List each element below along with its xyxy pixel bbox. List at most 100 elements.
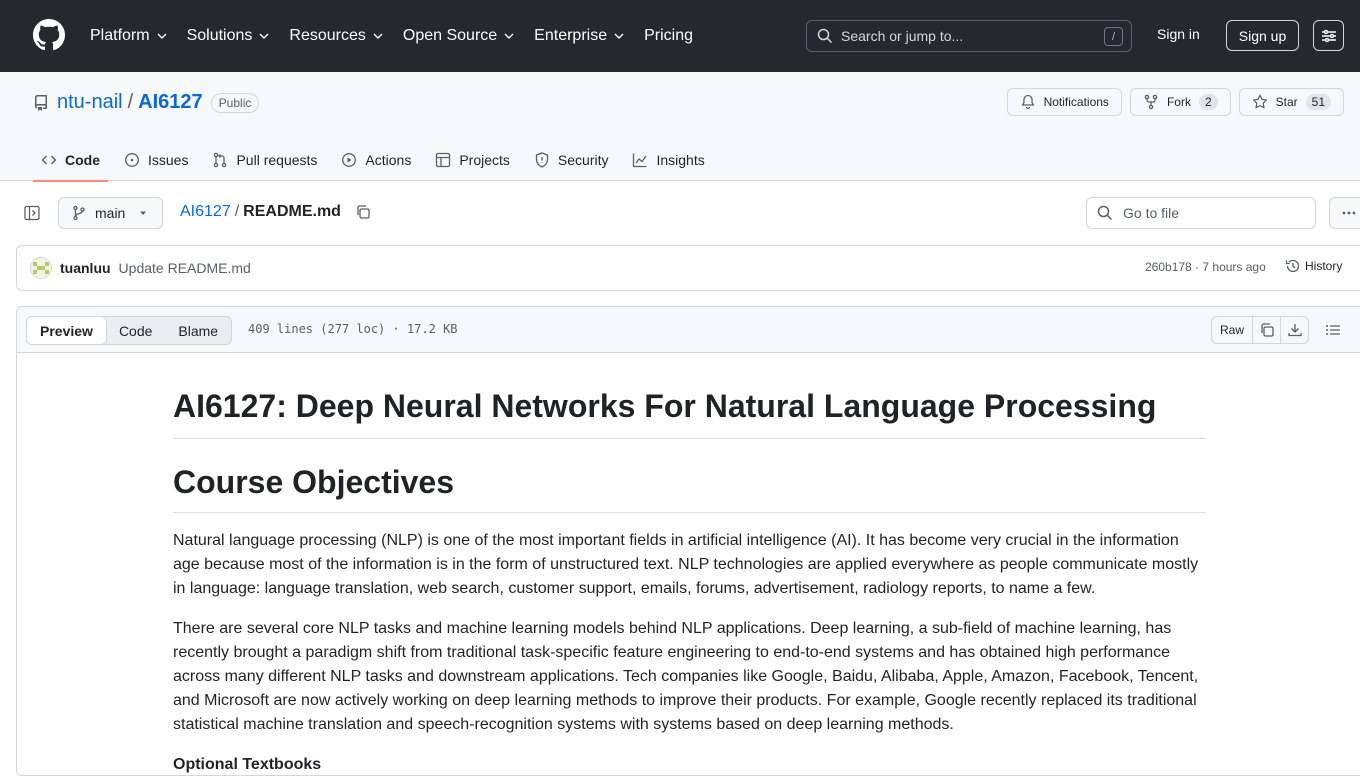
copy-icon <box>1260 323 1274 337</box>
code-tab[interactable]: Code <box>106 317 165 344</box>
tab-security[interactable]: Security <box>526 138 617 181</box>
breadcrumb-separator: / <box>234 203 240 220</box>
top-nav: Platform Solutions Resources Open Source… <box>90 0 712 72</box>
search-placeholder: Search or jump to... <box>841 28 964 44</box>
file-viewer: Preview Code Blame 409 lines (277 loc) ·… <box>16 306 1360 776</box>
star-label: Star <box>1275 95 1298 109</box>
chevron-down-icon <box>614 33 624 39</box>
star-button[interactable]: Star 51 <box>1238 88 1344 116</box>
github-logo-icon[interactable] <box>33 19 65 51</box>
file-navigation: main AI6127 / README.md Go to file <box>0 181 1360 245</box>
play-icon <box>342 152 357 167</box>
global-header: Platform Solutions Resources Open Source… <box>0 0 1360 72</box>
list-unordered-icon <box>1326 325 1340 335</box>
blame-tab[interactable]: Blame <box>165 317 231 344</box>
section-heading: Course Objectives <box>173 439 1206 513</box>
caret-down-icon <box>140 211 147 215</box>
history-label: History <box>1305 259 1343 273</box>
sliders-icon <box>1321 29 1336 42</box>
tab-label: Issues <box>148 151 189 168</box>
fork-button[interactable]: Fork 2 <box>1129 88 1231 116</box>
fork-icon <box>1144 94 1158 110</box>
raw-button[interactable]: Raw <box>1211 316 1253 344</box>
bell-icon <box>1020 94 1035 110</box>
nav-solutions[interactable]: Solutions <box>187 27 271 45</box>
download-button[interactable] <box>1281 316 1309 344</box>
tab-issues[interactable]: Issues <box>116 138 196 181</box>
readme-content: AI6127: Deep Neural Networks For Natural… <box>173 353 1206 777</box>
notifications-label: Notifications <box>1043 95 1109 109</box>
tab-pull-requests[interactable]: Pull requests <box>204 138 325 181</box>
tab-code[interactable]: Code <box>33 138 108 182</box>
chevron-down-icon <box>259 33 269 39</box>
repo-tabs: Code Issues Pull requests Actions Projec… <box>33 138 721 182</box>
avatar[interactable] <box>30 257 52 279</box>
issue-icon <box>125 152 139 167</box>
shield-icon <box>535 151 549 168</box>
copy-raw-button[interactable] <box>1253 316 1281 344</box>
file-header: Preview Code Blame 409 lines (277 loc) ·… <box>17 307 1360 353</box>
search-icon <box>817 28 833 44</box>
paragraph: Natural language processing (NLP) is one… <box>173 532 1199 597</box>
repository-header: ntu-nail / AI6127 Public Notifications F… <box>0 72 1360 182</box>
repo-name-link[interactable]: AI6127 <box>138 91 203 114</box>
nav-platform[interactable]: Platform <box>90 27 168 45</box>
code-icon <box>41 155 57 164</box>
global-search-input[interactable]: Search or jump to... / <box>806 20 1132 52</box>
nav-pricing[interactable]: Pricing <box>644 27 693 45</box>
nav-enterprise[interactable]: Enterprise <box>534 27 625 45</box>
repo-actions: Notifications Fork 2 Star 51 <box>999 88 1344 116</box>
tab-insights[interactable]: Insights <box>624 138 712 181</box>
tab-label: Security <box>557 151 609 168</box>
tab-projects[interactable]: Projects <box>427 138 518 181</box>
history-link[interactable]: History <box>1285 258 1342 274</box>
chevron-down-icon <box>504 33 514 39</box>
repo-title: ntu-nail / AI6127 Public <box>33 91 260 114</box>
nav-open-source[interactable]: Open Source <box>403 27 515 45</box>
search-icon <box>1097 205 1113 221</box>
tab-label: Projects <box>459 151 510 168</box>
copy-icon[interactable] <box>355 204 371 220</box>
branch-selector[interactable]: main <box>58 197 163 229</box>
repo-icon <box>35 94 47 111</box>
download-icon <box>1287 324 1302 337</box>
path-separator: / <box>127 91 134 113</box>
star-icon <box>1252 94 1267 109</box>
paragraph: There are several core NLP tasks and mac… <box>173 620 1199 733</box>
pull-request-icon <box>214 152 227 167</box>
file-actions: Raw <box>1211 316 1309 344</box>
identicon-icon <box>31 258 51 278</box>
notifications-button[interactable]: Notifications <box>1006 88 1122 116</box>
preview-tab[interactable]: Preview <box>26 316 107 345</box>
breadcrumb: AI6127 / README.md <box>180 203 371 221</box>
commit-author-link[interactable]: tuanluu <box>60 260 111 276</box>
file-info: 409 lines (277 loc) · 17.2 KB <box>248 322 458 336</box>
nav-resources[interactable]: Resources <box>289 27 383 45</box>
nav-label: Solutions <box>186 27 253 44</box>
nav-label: Open Source <box>402 27 498 44</box>
breadcrumb-repo-link[interactable]: AI6127 <box>180 203 231 221</box>
tab-label: Pull requests <box>236 151 318 168</box>
graph-icon <box>633 153 648 167</box>
tab-label: Insights <box>656 151 705 168</box>
repo-owner-link[interactable]: ntu-nail <box>57 91 123 114</box>
go-to-file-input[interactable]: Go to file <box>1086 197 1316 229</box>
outline-button[interactable] <box>1319 316 1347 344</box>
menu-button[interactable] <box>1313 20 1344 51</box>
chevron-down-icon <box>373 33 383 39</box>
sidebar-toggle-button[interactable] <box>16 197 48 229</box>
git-branch-icon <box>73 205 85 221</box>
sign-up-button[interactable]: Sign up <box>1226 20 1299 51</box>
nav-label: Platform <box>90 27 150 44</box>
commit-message-link[interactable]: Update README.md <box>119 260 251 276</box>
table-icon <box>436 152 451 167</box>
more-options-button[interactable] <box>1329 197 1360 229</box>
commit-sha-and-time[interactable]: 260b178 · 7 hours ago <box>1145 260 1266 274</box>
fork-count: 2 <box>1198 94 1218 110</box>
go-to-file-placeholder: Go to file <box>1123 205 1180 221</box>
sidebar-expand-icon <box>24 205 40 221</box>
view-mode-toggle: Preview Code Blame <box>26 316 233 345</box>
sign-in-link[interactable]: Sign in <box>1157 26 1200 42</box>
tab-actions[interactable]: Actions <box>333 138 419 181</box>
nav-label: Enterprise <box>534 27 608 44</box>
